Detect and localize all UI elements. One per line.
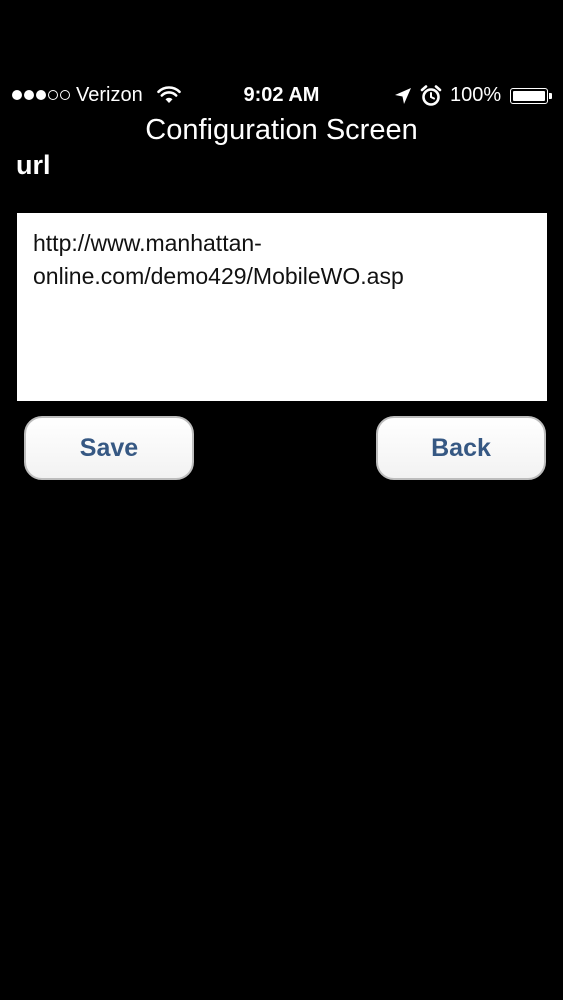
battery-percent: 100%	[450, 84, 502, 106]
battery-body	[510, 88, 548, 104]
alarm-clock-icon	[420, 85, 442, 106]
battery-fill	[513, 91, 545, 101]
battery-tip	[549, 93, 552, 99]
url-field-label: url	[16, 150, 51, 180]
status-bar: Verizon 9:02 AM 100%	[0, 80, 563, 112]
battery-icon	[510, 88, 554, 106]
save-button[interactable]: Save	[24, 416, 194, 480]
page-title: Configuration Screen	[145, 114, 418, 146]
location-arrow-icon	[395, 88, 411, 104]
url-text-area[interactable]: http://www.manhattan-online.com/demo429/…	[17, 213, 547, 401]
back-button[interactable]: Back	[376, 416, 546, 480]
